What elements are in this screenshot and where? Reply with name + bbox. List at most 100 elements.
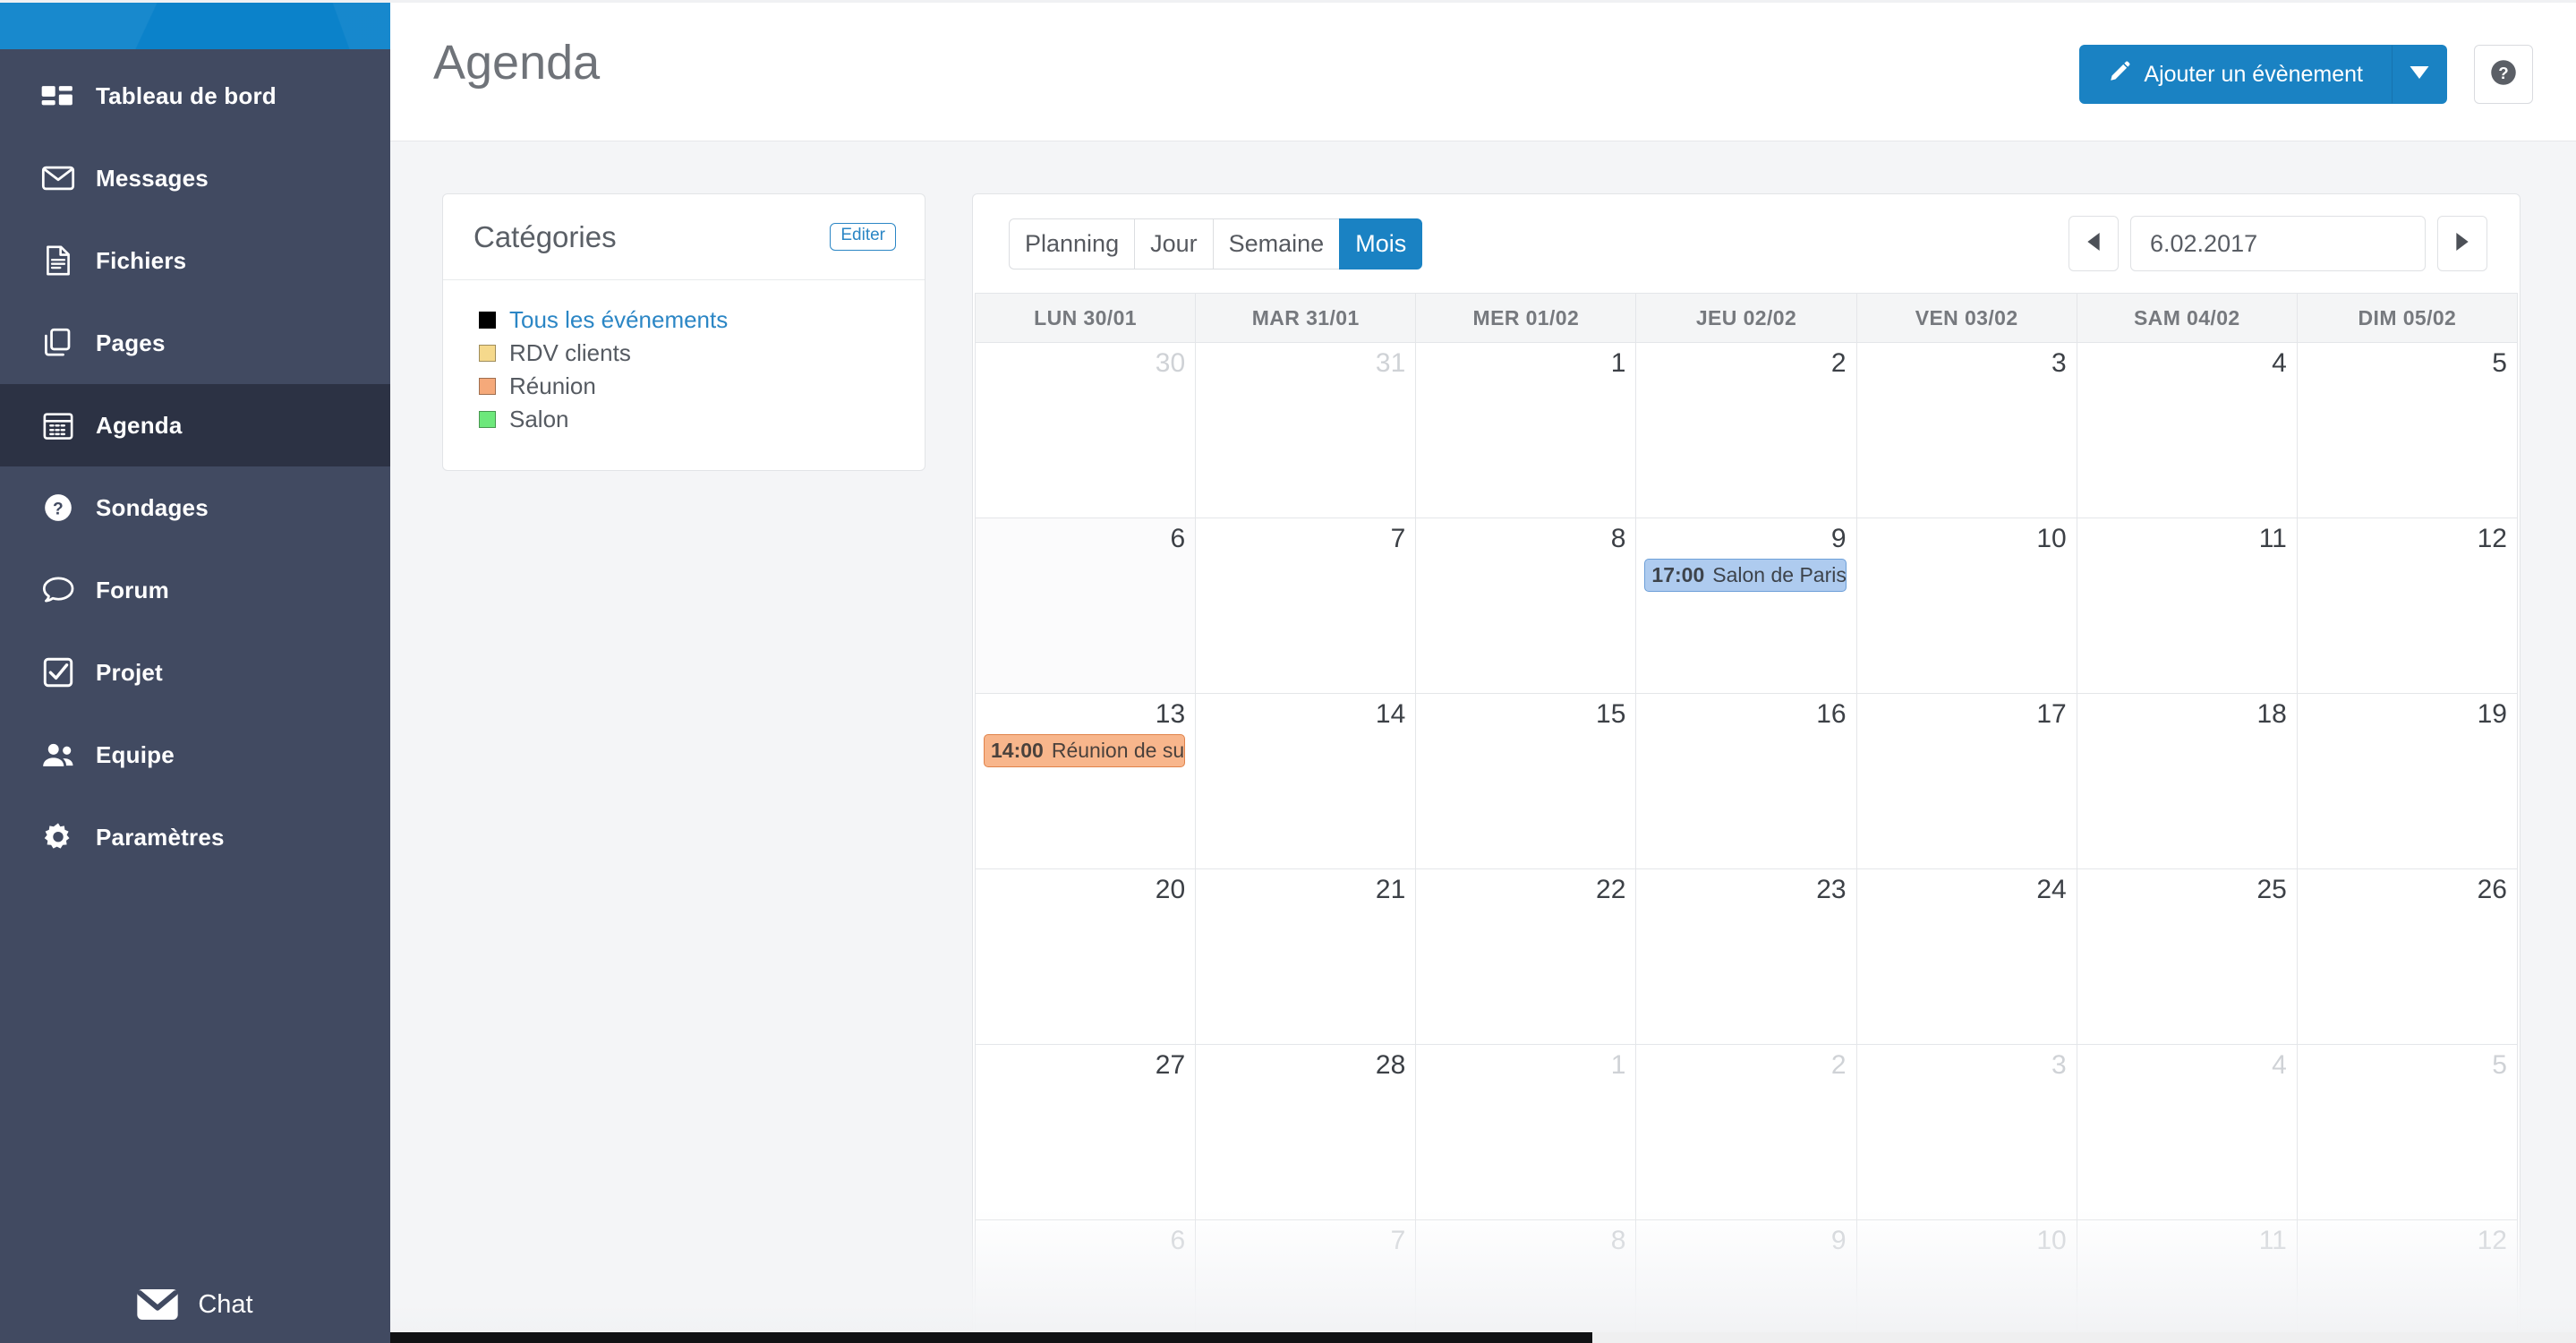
categories-title: Catégories bbox=[473, 219, 617, 253]
calendar-day-number: 6 bbox=[1170, 1226, 1186, 1255]
calendar-day-cell[interactable]: 1 bbox=[1416, 343, 1637, 518]
calendar-day-cell[interactable]: 13 14:00 Réunion de suivi bbox=[976, 694, 1197, 869]
sidebar-item-tableau-de-bord[interactable]: Tableau de bord bbox=[0, 55, 390, 137]
calendar-day-cell[interactable]: 23 bbox=[1636, 869, 1857, 1045]
calendar-day-cell[interactable]: 27 bbox=[976, 1045, 1197, 1220]
sidebar-item-messages[interactable]: Messages bbox=[0, 137, 390, 219]
calendar-day-cell[interactable]: 7 bbox=[1196, 518, 1417, 694]
category-item[interactable]: Réunion bbox=[479, 370, 894, 403]
calendar-day-cell[interactable]: 30 bbox=[976, 343, 1197, 518]
calendar-day-cell[interactable]: 5 bbox=[2297, 1045, 2518, 1220]
calendar-day-cell[interactable]: 8 bbox=[1416, 1220, 1637, 1342]
category-item[interactable]: RDV clients bbox=[479, 337, 894, 370]
category-item[interactable]: Tous les événements bbox=[479, 304, 894, 337]
calendar-day-cell[interactable]: 16 bbox=[1636, 694, 1857, 869]
calendar-day-cell[interactable]: 12 bbox=[2297, 1220, 2518, 1342]
help-button[interactable]: ? bbox=[2474, 45, 2533, 104]
calendar-day-cell[interactable]: 9 17:00 Salon de Paris bbox=[1636, 518, 1857, 694]
chat-button[interactable]: Chat bbox=[0, 1289, 390, 1320]
calendar-day-number: 30 bbox=[1155, 348, 1186, 378]
sidebar-item-forum[interactable]: Forum bbox=[0, 549, 390, 631]
calendar-view-tab-semaine[interactable]: Semaine bbox=[1212, 218, 1340, 269]
calendar-day-header: SAM 04/02 bbox=[2077, 294, 2298, 343]
calendar-day-number: 2 bbox=[1830, 1050, 1847, 1080]
calendar-day-number: 12 bbox=[2477, 524, 2507, 553]
calendar-event-title: Salon de Paris bbox=[1712, 562, 1847, 586]
calendar-day-cell[interactable]: 26 bbox=[2297, 869, 2518, 1045]
calendar-event[interactable]: 17:00 Salon de Paris bbox=[1644, 558, 1847, 592]
category-color-swatch bbox=[479, 345, 496, 362]
horizontal-scrollbar[interactable] bbox=[390, 1332, 2576, 1343]
brand-logo-bar bbox=[0, 0, 390, 49]
calendar-day-cell[interactable]: 9 bbox=[1636, 1220, 1857, 1342]
calendar-day-number: 20 bbox=[1155, 875, 1186, 904]
calendar-day-cell[interactable]: 11 bbox=[2077, 1220, 2298, 1342]
calendar-toolbar: Planning Jour Semaine Mois 6.02.2017 bbox=[973, 194, 2520, 293]
question-circle-icon: ? bbox=[40, 492, 76, 523]
sidebar-item-param-tres[interactable]: Paramètres bbox=[0, 796, 390, 878]
sidebar-item-projet[interactable]: Projet bbox=[0, 631, 390, 714]
calendar-day-number: 16 bbox=[1816, 699, 1847, 729]
calendar-day-cell[interactable]: 18 bbox=[2077, 694, 2298, 869]
main-area: Agenda Ajouter un évènement ? Catégories… bbox=[390, 0, 2576, 1343]
calendar-day-cell[interactable]: 20 bbox=[976, 869, 1197, 1045]
sidebar-item-agenda[interactable]: Agenda bbox=[0, 384, 390, 466]
scrollbar-thumb[interactable] bbox=[390, 1332, 1593, 1343]
calendar-day-cell[interactable]: 10 bbox=[1856, 1220, 2077, 1342]
calendar-day-cell[interactable]: 28 bbox=[1196, 1045, 1417, 1220]
calendar-day-cell[interactable]: 5 bbox=[2297, 343, 2518, 518]
topbar: Agenda Ajouter un évènement ? bbox=[390, 0, 2576, 141]
sidebar-item-sondages[interactable]: ? Sondages bbox=[0, 466, 390, 549]
sidebar-item-equipe[interactable]: Equipe bbox=[0, 714, 390, 796]
calendar-day-cell[interactable]: 4 bbox=[2077, 1045, 2298, 1220]
app-root: Tableau de bord Messages Fichiers Pages Agen… bbox=[0, 0, 2576, 1343]
calendar-day-cell[interactable]: 6 bbox=[976, 518, 1197, 694]
sidebar-item-pages[interactable]: Pages bbox=[0, 302, 390, 384]
sidebar-item-label: Tableau de bord bbox=[96, 81, 277, 109]
calendar-event-time: 17:00 bbox=[1651, 562, 1705, 586]
gear-icon bbox=[40, 822, 76, 852]
calendar-day-cell[interactable]: 19 bbox=[2297, 694, 2518, 869]
calendar-day-cell[interactable]: 25 bbox=[2077, 869, 2298, 1045]
users-icon bbox=[40, 740, 76, 770]
calendar-view-tab-planning[interactable]: Planning bbox=[1009, 218, 1135, 269]
calendar-day-number: 6 bbox=[1170, 524, 1186, 553]
calendar-day-cell[interactable]: 21 bbox=[1196, 869, 1417, 1045]
calendar-day-cell[interactable]: 8 bbox=[1416, 518, 1637, 694]
categories-edit-button[interactable]: Editer bbox=[830, 223, 896, 251]
calendar-view-tabs: Planning Jour Semaine Mois bbox=[1009, 218, 1423, 269]
chat-label: Chat bbox=[198, 1289, 253, 1319]
calendar-event[interactable]: 14:00 Réunion de suivi bbox=[984, 733, 1186, 767]
calendar-day-cell[interactable]: 24 bbox=[1856, 869, 2077, 1045]
calendar-day-cell[interactable]: 3 bbox=[1856, 343, 2077, 518]
calendar-view-tab-mois[interactable]: Mois bbox=[1339, 218, 1423, 269]
calendar-day-cell[interactable]: 15 bbox=[1416, 694, 1637, 869]
calendar-day-cell[interactable]: 1 bbox=[1416, 1045, 1637, 1220]
calendar-day-cell[interactable]: 7 bbox=[1196, 1220, 1417, 1342]
calendar-view-tab-jour[interactable]: Jour bbox=[1134, 218, 1213, 269]
add-event-button[interactable]: Ajouter un évènement bbox=[2079, 45, 2392, 104]
calendar-day-cell[interactable]: 3 bbox=[1856, 1045, 2077, 1220]
calendar-day-number: 25 bbox=[2256, 875, 2287, 904]
next-period-button[interactable] bbox=[2437, 216, 2487, 271]
calendar-day-cell[interactable]: 11 bbox=[2077, 518, 2298, 694]
calendar-day-cell[interactable]: 14 bbox=[1196, 694, 1417, 869]
calendar-day-cell[interactable]: 6 bbox=[976, 1220, 1197, 1342]
sidebar-item-label: Equipe bbox=[96, 740, 175, 768]
calendar-day-cell[interactable]: 17 bbox=[1856, 694, 2077, 869]
calendar-day-cell[interactable]: 4 bbox=[2077, 343, 2298, 518]
calendar-day-cell[interactable]: 10 bbox=[1856, 518, 2077, 694]
prev-period-button[interactable] bbox=[2068, 216, 2119, 271]
calendar-day-cell[interactable]: 2 bbox=[1636, 343, 1857, 518]
calendar-day-cell[interactable]: 22 bbox=[1416, 869, 1637, 1045]
date-input[interactable]: 6.02.2017 bbox=[2130, 216, 2426, 271]
calendar-day-number: 3 bbox=[2051, 1050, 2067, 1080]
category-item[interactable]: Salon bbox=[479, 403, 894, 436]
calendar-day-cell[interactable]: 2 bbox=[1636, 1045, 1857, 1220]
calendar-icon bbox=[40, 410, 76, 441]
calendar-day-cell[interactable]: 12 bbox=[2297, 518, 2518, 694]
envelope-solid-icon bbox=[137, 1289, 179, 1320]
sidebar-item-fichiers[interactable]: Fichiers bbox=[0, 219, 390, 302]
add-event-dropdown-button[interactable] bbox=[2392, 45, 2447, 104]
calendar-day-cell[interactable]: 31 bbox=[1196, 343, 1417, 518]
